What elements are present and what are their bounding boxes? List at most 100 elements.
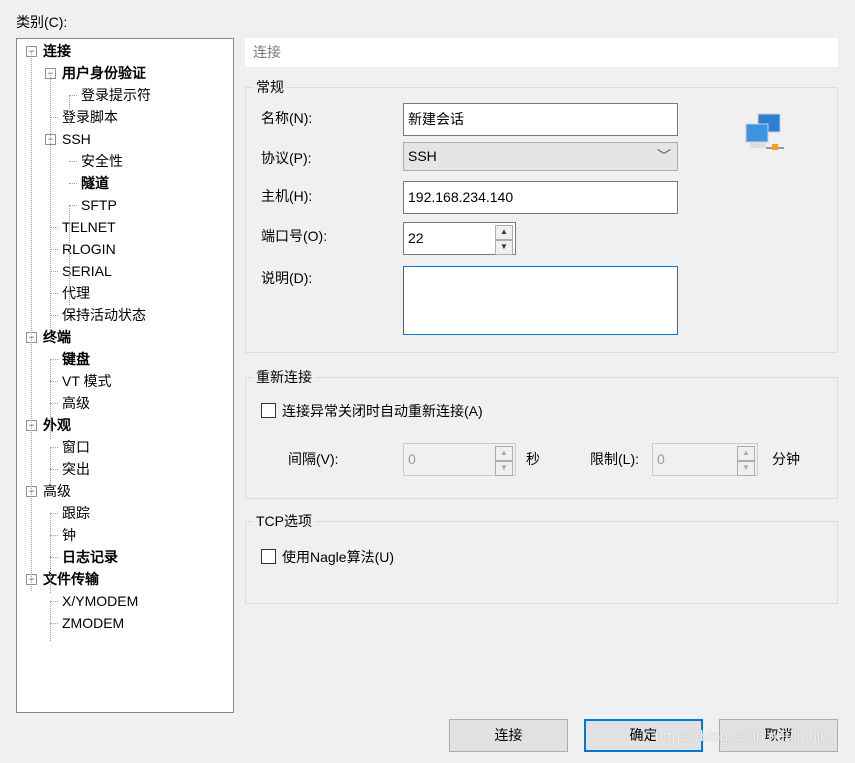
tree-connector — [50, 513, 58, 514]
host-input[interactable]: 192.168.234.140 — [403, 181, 678, 214]
tree-connector — [50, 557, 58, 558]
tree-item[interactable]: 日志记录 — [62, 546, 118, 568]
tree-item-label: 窗口 — [62, 439, 90, 455]
checkbox-icon[interactable] — [261, 403, 276, 418]
tree-item-label: 安全性 — [81, 153, 123, 169]
interval-label: 间隔(V): — [288, 451, 339, 467]
tree-item-label: VT 模式 — [62, 373, 112, 389]
tree-item-label: 键盘 — [62, 351, 90, 367]
interval-input[interactable]: 0 ▲ ▼ — [403, 443, 516, 476]
tree-item[interactable]: 外观 — [43, 414, 71, 436]
tree-item[interactable]: 高级 — [43, 480, 71, 502]
port-value: 22 — [408, 230, 424, 246]
tree-item-label: RLOGIN — [62, 241, 116, 257]
tree-connector — [50, 601, 51, 641]
tree-item[interactable]: 终端 — [43, 326, 71, 348]
watermark: https://blog.csdn.net/liubing — [655, 728, 837, 745]
tree-item[interactable]: SFTP — [81, 194, 117, 216]
protocol-label: 协议(P): — [261, 150, 312, 166]
auto-reconnect-checkbox[interactable]: 连接异常关闭时自动重新连接(A) — [261, 401, 483, 421]
tree-item-label: 终端 — [43, 329, 71, 345]
connect-button[interactable]: 连接 — [449, 719, 568, 752]
tree-item-label: 用户身份验证 — [62, 65, 146, 81]
tree-connector — [50, 249, 58, 250]
tree-item[interactable]: 突出 — [62, 458, 90, 480]
tcp-title: TCP选项 — [254, 512, 314, 530]
limit-unit: 分钟 — [772, 451, 800, 467]
host-label: 主机(H): — [261, 188, 313, 204]
checkbox-icon[interactable] — [261, 549, 276, 564]
tree-connector — [69, 183, 77, 184]
section-header: 连接 — [245, 38, 838, 67]
tree-item-label: SSH — [62, 131, 91, 147]
tree-item-label: 登录脚本 — [62, 109, 118, 125]
tree-connector — [50, 469, 58, 470]
tree-item-label: TELNET — [62, 219, 116, 235]
interval-value: 0 — [408, 451, 416, 467]
tree-item[interactable]: RLOGIN — [62, 238, 116, 260]
tree-connector — [50, 623, 58, 624]
tree-item[interactable]: 钟 — [62, 524, 76, 546]
tree-item[interactable]: 连接 — [43, 40, 71, 62]
tree-item-label: 外观 — [43, 417, 71, 433]
protocol-value: SSH — [408, 148, 437, 164]
spin-up-icon[interactable]: ▲ — [737, 446, 755, 461]
tree-item[interactable]: SSH — [62, 128, 91, 150]
spin-down-icon[interactable]: ▼ — [495, 240, 513, 255]
spin-up-icon[interactable]: ▲ — [495, 446, 513, 461]
tree-item[interactable]: ZMODEM — [62, 612, 124, 634]
spin-down-icon[interactable]: ▼ — [495, 461, 513, 476]
tree-connector — [69, 205, 77, 206]
tree-item[interactable]: 窗口 — [62, 436, 90, 458]
nagle-checkbox[interactable]: 使用Nagle算法(U) — [261, 547, 394, 567]
tree-connector — [69, 95, 77, 96]
tree-item[interactable]: TELNET — [62, 216, 116, 238]
category-tree[interactable]: 连接 − 用户身份验证 − 登录提示符 登录脚本 SSH − 安全性 隧道 SFTP TELNET RL… — [16, 38, 234, 713]
interval-unit: 秒 — [526, 451, 540, 467]
tree-item[interactable]: 用户身份验证 — [62, 62, 146, 84]
tree-item[interactable]: 跟踪 — [62, 502, 90, 524]
tree-item[interactable]: 保持活动状态 — [62, 304, 146, 326]
tree-item-label: 保持活动状态 — [62, 307, 146, 323]
name-input[interactable]: 新建会话 — [403, 103, 678, 136]
tree-item[interactable]: VT 模式 — [62, 370, 112, 392]
reconnect-title: 重新连接 — [254, 368, 314, 386]
tree-connector — [69, 161, 77, 162]
port-label: 端口号(O): — [261, 228, 328, 244]
tree-item-label: 文件传输 — [43, 571, 99, 587]
category-label: 类别(C): — [16, 14, 68, 30]
tree-item[interactable]: 高级 — [62, 392, 90, 414]
tree-item[interactable]: 安全性 — [81, 150, 123, 172]
name-label: 名称(N): — [261, 110, 313, 126]
tree-item[interactable]: X/YMODEM — [62, 590, 138, 612]
tree-item-label: 登录提示符 — [81, 87, 151, 103]
limit-input[interactable]: 0 ▲ ▼ — [652, 443, 758, 476]
desc-textarea[interactable] — [403, 266, 678, 335]
tree-item-label: 突出 — [62, 461, 90, 477]
tree-item[interactable]: 代理 — [62, 282, 90, 304]
general-title: 常规 — [254, 78, 286, 96]
tree-item-label: SFTP — [81, 197, 117, 213]
tree-connector — [50, 447, 58, 448]
spin-up-icon[interactable]: ▲ — [495, 225, 513, 240]
tree-item-label: 代理 — [62, 285, 90, 301]
tree-connector — [50, 359, 51, 439]
tree-connector — [50, 227, 58, 228]
protocol-select[interactable]: SSH ﹀ — [403, 142, 678, 171]
tree-item-label: X/YMODEM — [62, 593, 139, 609]
chevron-down-icon: ﹀ — [657, 148, 671, 164]
tree-connector — [50, 447, 51, 487]
tree-connector — [69, 205, 70, 305]
tree-item[interactable]: 键盘 — [62, 348, 90, 370]
tree-item-label: 日志记录 — [62, 549, 118, 565]
tree-item[interactable]: 登录脚本 — [62, 106, 118, 128]
tree-item[interactable]: 文件传输 — [43, 568, 99, 590]
tree-item[interactable]: 登录提示符 — [81, 84, 151, 106]
tree-connector — [50, 359, 58, 360]
port-input[interactable]: 22 ▲ ▼ — [403, 222, 516, 255]
tree-connector — [50, 73, 51, 340]
tree-item[interactable]: 隧道 — [81, 172, 109, 194]
tree-connector — [50, 513, 51, 593]
tree-connector — [31, 51, 32, 591]
spin-down-icon[interactable]: ▼ — [737, 461, 755, 476]
